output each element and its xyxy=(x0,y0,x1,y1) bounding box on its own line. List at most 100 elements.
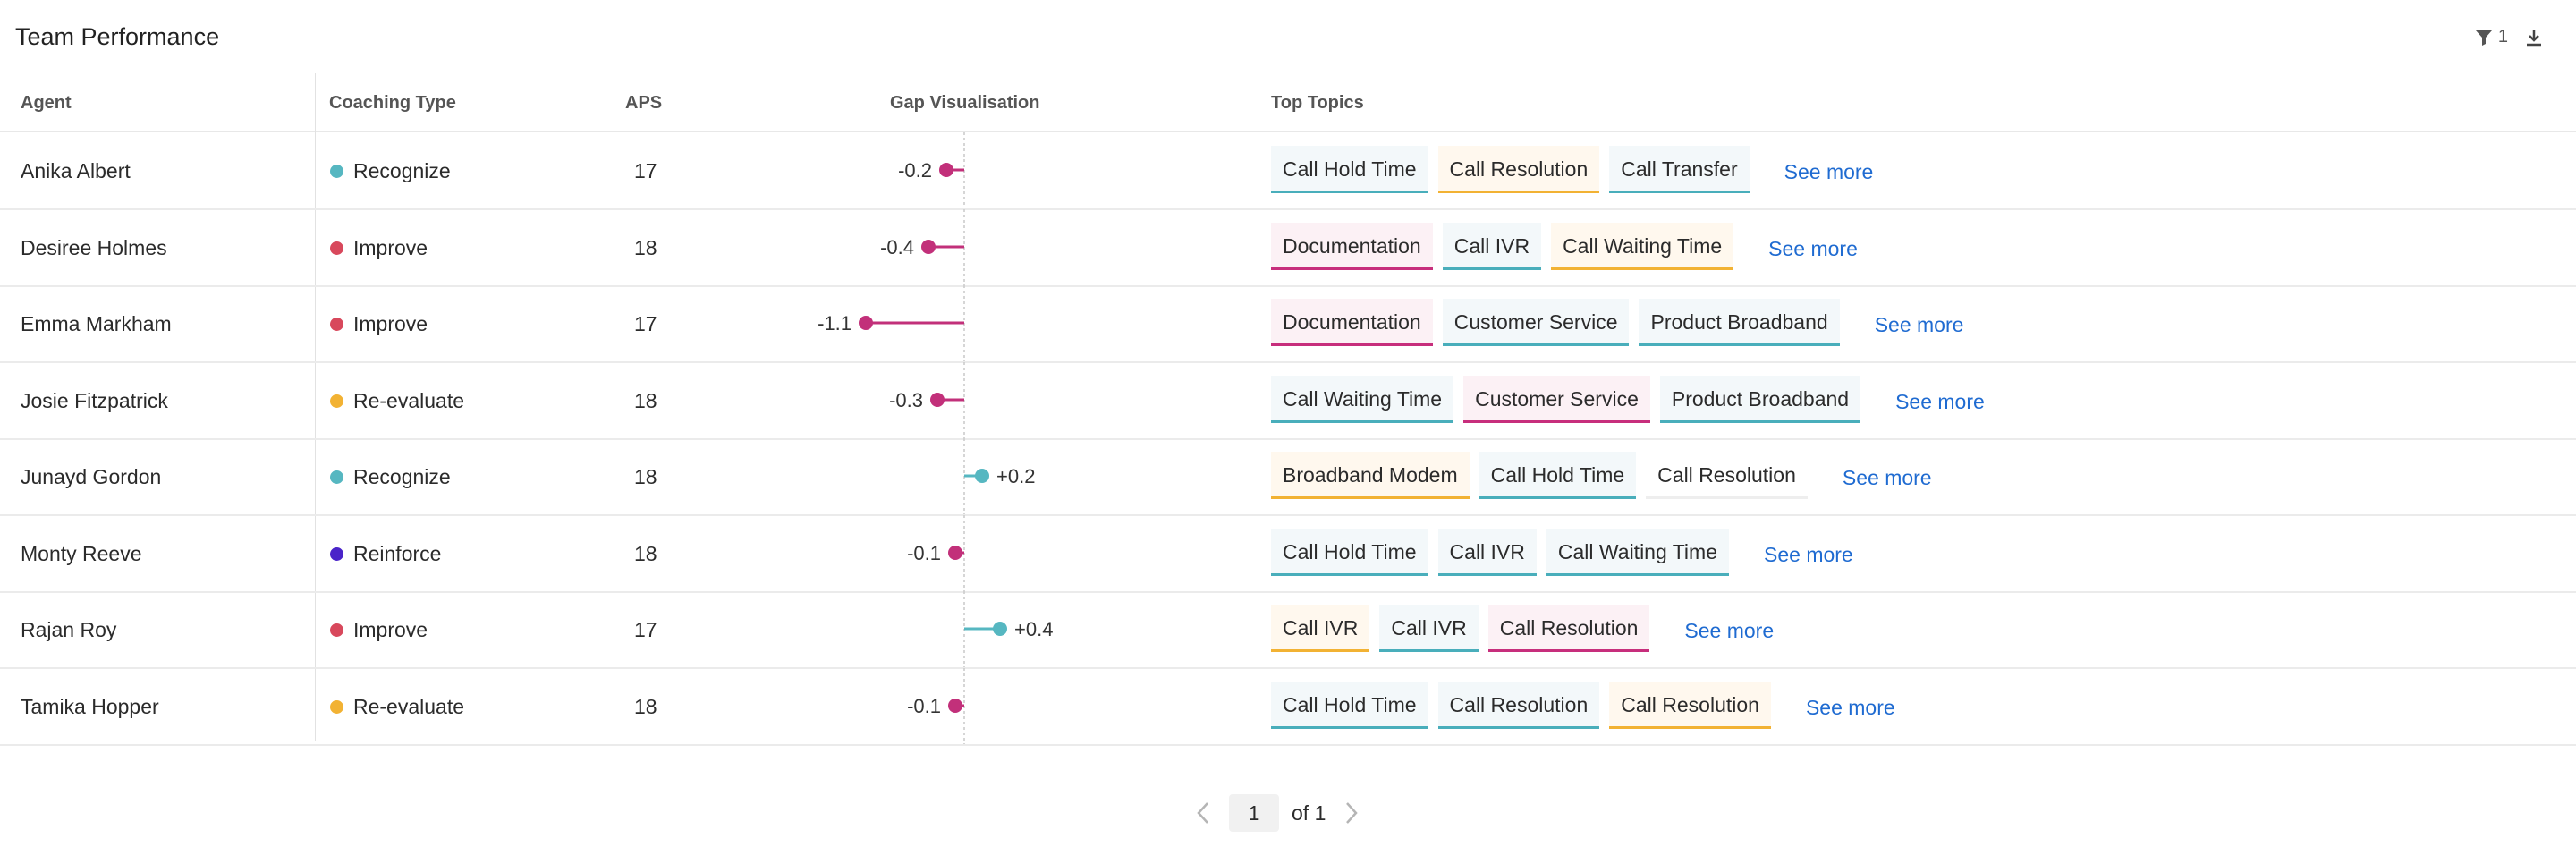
page-total: of 1 xyxy=(1292,800,1326,825)
table-row[interactable]: Josie Fitzpatrick Re-evaluate 18 -0.3 Call W… xyxy=(0,361,2576,440)
gap-visualisation: -0.4 xyxy=(880,208,965,285)
topic-chip[interactable]: Call Waiting Time xyxy=(1551,222,1734,270)
gap-label: -0.4 xyxy=(880,236,914,258)
topic-chip[interactable]: Call Resolution xyxy=(1437,146,1600,193)
topic-chip[interactable]: Call IVR xyxy=(1379,605,1479,652)
coaching-type-label: Recognize xyxy=(353,465,451,488)
column-header-top-topics[interactable]: Top Topics xyxy=(1271,93,1364,114)
topic-chip[interactable]: Call Hold Time xyxy=(1271,146,1428,193)
aps-value: 18 xyxy=(634,541,657,565)
topic-chip[interactable]: Documentation xyxy=(1271,222,1433,270)
topic-chip[interactable]: Call IVR xyxy=(1271,605,1370,652)
column-header-aps[interactable]: APS xyxy=(625,93,662,114)
coaching-status-dot xyxy=(330,470,343,484)
coaching-type-label: Recognize xyxy=(353,159,451,182)
topic-chip[interactable]: Call IVR xyxy=(1442,222,1542,270)
see-more-link[interactable]: See more xyxy=(1875,313,1964,337)
top-topics: Call IVR Call IVR Call Resolution See more xyxy=(1271,605,1774,652)
gap-visualisation: -0.1 xyxy=(907,514,965,591)
see-more-link[interactable]: See more xyxy=(1843,466,1932,490)
gap-label: -1.1 xyxy=(818,312,852,335)
download-button[interactable] xyxy=(2524,28,2544,47)
column-header-coaching-type[interactable]: Coaching Type xyxy=(329,93,456,114)
table-row[interactable]: Tamika Hopper Re-evaluate 18 -0.1 Call Hold … xyxy=(0,667,2576,746)
see-more-link[interactable]: See more xyxy=(1784,160,1874,184)
topic-chip[interactable]: Call Resolution xyxy=(1437,681,1600,729)
coaching-status-dot xyxy=(330,394,343,408)
topic-chip[interactable]: Product Broadband xyxy=(1639,299,1840,346)
coaching-type: Recognize xyxy=(330,159,451,183)
table-row[interactable]: Anika Albert Recognize 17 -0.2 Call Hold Tim… xyxy=(0,132,2576,210)
gap-point xyxy=(859,316,873,330)
topic-chip[interactable]: Call IVR xyxy=(1437,528,1537,576)
topic-chip[interactable]: Product Broadband xyxy=(1659,375,1861,423)
coaching-status-dot xyxy=(330,546,343,561)
topic-chip[interactable]: Broadband Modem xyxy=(1271,452,1470,499)
topic-chip[interactable]: Call Waiting Time xyxy=(1546,528,1729,576)
top-topics: Call Hold Time Call Resolution Call Resolu… xyxy=(1271,681,1895,729)
topic-chip[interactable]: Customer Service xyxy=(1463,375,1650,423)
aps-value: 17 xyxy=(634,159,657,182)
gap-point xyxy=(930,392,945,407)
aps-value: 17 xyxy=(634,312,657,335)
topic-chip[interactable]: Call Transfer xyxy=(1609,146,1750,193)
coaching-type-label: Re-evaluate xyxy=(353,694,465,718)
table-row[interactable]: Desiree Holmes Improve 18 -0.4 Documentation… xyxy=(0,208,2576,287)
coaching-type-label: Reinforce xyxy=(353,541,442,565)
topic-chip[interactable]: Call Waiting Time xyxy=(1271,375,1454,423)
gap-label: -0.1 xyxy=(907,695,941,717)
gap-label: +0.4 xyxy=(1014,618,1053,640)
agent-name: Junayd Gordon xyxy=(21,465,162,488)
column-header-gap-visualisation[interactable]: Gap Visualisation xyxy=(890,93,1039,114)
agent-name: Emma Markham xyxy=(21,312,172,335)
filter-count: 1 xyxy=(2497,27,2508,47)
agent-name: Monty Reeve xyxy=(21,541,142,565)
see-more-link[interactable]: See more xyxy=(1895,390,1985,414)
topic-chip[interactable]: Call Resolution xyxy=(1487,605,1650,652)
gap-visualisation: -1.1 xyxy=(818,285,965,361)
gap-point xyxy=(993,622,1007,636)
coaching-type-label: Improve xyxy=(353,618,428,641)
topic-chip[interactable]: Customer Service xyxy=(1442,299,1630,346)
coaching-status-dot xyxy=(330,623,343,637)
coaching-type: Improve xyxy=(330,618,428,642)
table-row[interactable]: Rajan Roy Improve 17 +0.4 Call IVR Call IVR Ca… xyxy=(0,591,2576,669)
coaching-type-label: Improve xyxy=(353,312,428,335)
topic-chip[interactable]: Call Hold Time xyxy=(1271,681,1428,729)
coaching-type: Improve xyxy=(330,312,428,336)
gap-point xyxy=(948,545,962,560)
top-topics: Documentation Call IVR Call Waiting Time Se… xyxy=(1271,222,1858,270)
filter-icon xyxy=(2475,29,2493,47)
gap-visualisation: -0.3 xyxy=(889,361,965,438)
toolbar: 1 xyxy=(2475,27,2544,47)
gap-visualisation: -0.2 xyxy=(898,132,965,208)
aps-value: 18 xyxy=(634,694,657,718)
see-more-link[interactable]: See more xyxy=(1806,696,1895,720)
coaching-type-label: Improve xyxy=(353,235,428,259)
table-row[interactable]: Monty Reeve Reinforce 18 -0.1 Call Hold Time… xyxy=(0,514,2576,593)
table-row[interactable]: Junayd Gordon Recognize 18 +0.2 Broadband Mo… xyxy=(0,438,2576,516)
topic-chip[interactable]: Call Hold Time xyxy=(1479,452,1637,499)
filter-button[interactable]: 1 xyxy=(2475,27,2508,47)
see-more-link[interactable]: See more xyxy=(1768,237,1858,261)
topic-chip[interactable]: Call Resolution xyxy=(1609,681,1771,729)
gap-point xyxy=(939,163,953,177)
coaching-type: Improve xyxy=(330,236,428,260)
topic-chip[interactable]: Call Resolution xyxy=(1646,452,1808,499)
gap-label: -0.2 xyxy=(898,159,932,182)
topic-chip[interactable]: Call Hold Time xyxy=(1271,528,1428,576)
see-more-link[interactable]: See more xyxy=(1684,619,1774,643)
coaching-type-label: Re-evaluate xyxy=(353,388,465,412)
table-row[interactable]: Emma Markham Improve 17 -1.1 Documentation Cu… xyxy=(0,285,2576,363)
chevron-left-icon[interactable] xyxy=(1190,800,1216,826)
column-header-agent[interactable]: Agent xyxy=(21,93,72,114)
see-more-link[interactable]: See more xyxy=(1764,543,1853,567)
aps-value: 18 xyxy=(634,388,657,412)
coaching-type: Re-evaluate xyxy=(330,695,464,719)
topic-chip[interactable]: Documentation xyxy=(1271,299,1433,346)
top-topics: Documentation Customer Service Product Bro… xyxy=(1271,299,1963,346)
agent-name: Anika Albert xyxy=(21,159,131,182)
download-icon xyxy=(2524,28,2544,47)
chevron-right-icon[interactable] xyxy=(1338,800,1365,826)
page-number-input[interactable]: 1 xyxy=(1229,794,1279,832)
